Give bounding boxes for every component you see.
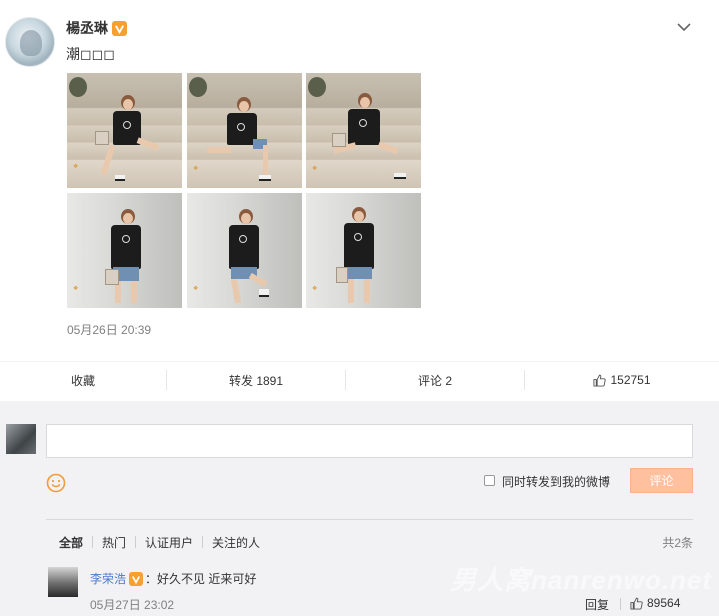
user-avatar[interactable] bbox=[5, 17, 55, 67]
repost-label: 转发 1891 bbox=[228, 373, 284, 388]
comment-button[interactable]: 评论 2 bbox=[346, 362, 524, 398]
photo-thumbnail[interactable]: ❖ bbox=[187, 73, 302, 188]
filter-all[interactable]: 全部 bbox=[59, 534, 83, 551]
action-bar: 收藏 转发 1891 评论 2 152751 bbox=[0, 361, 719, 401]
comment-label: 评论 2 bbox=[417, 373, 452, 388]
photo-grid: ❖ ❖ ❖ ❖ ❖ ❖ bbox=[67, 73, 423, 309]
thumbs-up-icon bbox=[630, 597, 643, 610]
my-avatar[interactable] bbox=[6, 424, 36, 454]
commenter-name[interactable]: 李荣浩 bbox=[90, 570, 126, 587]
comment-input[interactable] bbox=[46, 424, 693, 458]
post-text: 潮◻◻◻ bbox=[66, 46, 115, 62]
comment-like-button[interactable]: 89564 bbox=[630, 596, 680, 610]
verified-badge-icon bbox=[112, 20, 127, 36]
comment-filters: 全部 热门 认证用户 关注的人 bbox=[59, 534, 260, 550]
divider bbox=[135, 536, 137, 548]
verified-badge-icon bbox=[129, 571, 144, 586]
commenter-avatar[interactable] bbox=[48, 567, 78, 597]
post-timestamp[interactable]: 05月26日 20:39 bbox=[67, 321, 151, 338]
divider bbox=[620, 598, 621, 610]
comment-count: 共2条 bbox=[662, 536, 693, 550]
favorite-button[interactable]: 收藏 bbox=[0, 362, 166, 398]
repost-checkbox-label[interactable]: 同时转发到我的微博 bbox=[502, 473, 610, 490]
comment-like-count: 89564 bbox=[647, 596, 681, 610]
like-button[interactable]: 152751 bbox=[525, 362, 719, 398]
photo-thumbnail[interactable]: ❖ bbox=[306, 73, 421, 188]
watermark: 男人窝nanrenwo.net bbox=[450, 565, 713, 595]
filter-following[interactable]: 关注的人 bbox=[212, 534, 260, 551]
repost-button[interactable]: 转发 1891 bbox=[167, 362, 345, 398]
filter-verified[interactable]: 认证用户 bbox=[145, 534, 193, 551]
divider bbox=[92, 536, 94, 548]
photo-thumbnail[interactable]: ❖ bbox=[67, 193, 182, 308]
like-count: 152751 bbox=[610, 373, 651, 387]
divider bbox=[46, 519, 693, 520]
reply-button[interactable]: 回复 bbox=[585, 596, 609, 613]
repost-checkbox[interactable] bbox=[484, 475, 495, 486]
comment-text: ：好久不见 近来可好 bbox=[145, 572, 257, 586]
chevron-down-icon[interactable] bbox=[677, 22, 691, 32]
emoji-icon[interactable] bbox=[46, 473, 66, 493]
submit-comment-button[interactable]: 评论 bbox=[630, 468, 693, 493]
weibo-post: 楊丞琳 潮◻◻◻ ❖ ❖ ❖ ❖ ❖ ❖ 05月26日 20:39 bbox=[0, 0, 719, 362]
photo-thumbnail[interactable]: ❖ bbox=[67, 73, 182, 188]
comment-time: 05月27日 23:02 bbox=[90, 598, 175, 612]
divider bbox=[202, 536, 204, 548]
username-row: 楊丞琳 bbox=[66, 18, 127, 38]
photo-thumbnail[interactable]: ❖ bbox=[187, 193, 302, 308]
username[interactable]: 楊丞琳 bbox=[66, 18, 108, 38]
photo-thumbnail[interactable]: ❖ bbox=[306, 193, 421, 308]
filter-hot[interactable]: 热门 bbox=[102, 534, 126, 551]
comment-line: 李荣浩 ：好久不见 近来可好 bbox=[90, 570, 256, 587]
thumbs-up-icon bbox=[593, 374, 607, 387]
favorite-label: 收藏 bbox=[70, 373, 95, 388]
